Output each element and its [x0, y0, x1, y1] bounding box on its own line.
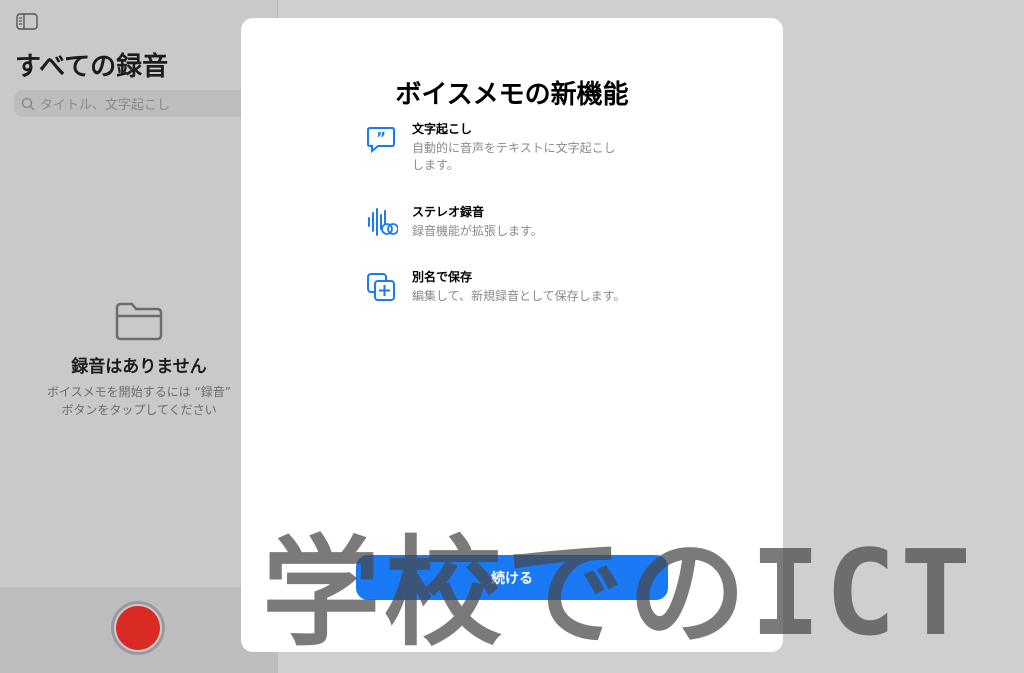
duplicate-plus-icon: [367, 273, 395, 301]
continue-button[interactable]: 続ける: [356, 555, 668, 600]
page-title: すべての録音: [15, 52, 169, 82]
empty-subtitle-line1: ボイスメモを開始するには “録音”: [47, 385, 231, 399]
feature-save-as: 別名で保存 編集して、新規録音として保存します。: [366, 268, 646, 306]
search-icon: [21, 97, 35, 111]
search-placeholder: タイトル、文字起こし: [40, 98, 171, 113]
feature-stereo: ステレオ録音 録音機能が拡張します。: [366, 203, 646, 241]
feature-title: 文字起こし: [412, 122, 473, 136]
quote-bubble-icon: ”: [367, 127, 395, 154]
modal-title: ボイスメモの新機能: [395, 80, 629, 110]
feature-description: 録音機能が拡張します。: [412, 224, 543, 238]
voice-memos-app: すべての録音 タイトル、文字起こし 録音はありません ボイスメモを開始するには …: [0, 0, 1024, 673]
sidebar: すべての録音 タイトル、文字起こし 録音はありません ボイスメモを開始するには …: [0, 0, 278, 673]
empty-title: 録音はありません: [71, 357, 207, 377]
record-icon: [116, 606, 160, 650]
feature-description: 自動的に音声をテキストに文字起こしします。: [412, 141, 616, 172]
stereo-waveform-icon: [368, 208, 399, 236]
empty-subtitle-line2: ボタンをタップしてください: [61, 403, 217, 417]
feature-title: ステレオ録音: [412, 205, 485, 219]
folder-icon: [115, 302, 163, 341]
record-button[interactable]: [111, 601, 165, 655]
sidebar-toggle-icon[interactable]: [16, 13, 38, 30]
svg-text:”: ”: [376, 129, 386, 147]
empty-state: 録音はありません ボイスメモを開始するには “録音” ボタンをタップしてください: [0, 300, 278, 419]
search-input[interactable]: タイトル、文字起こし: [14, 90, 264, 117]
feature-title: 別名で保存: [412, 270, 473, 284]
feature-description: 編集して、新規録音として保存します。: [412, 289, 626, 303]
whats-new-modal: ボイスメモの新機能 ” 文字起こし 自動的に音声をテキストに文字起こしします。: [241, 18, 783, 652]
feature-transcription: ” 文字起こし 自動的に音声をテキストに文字起こしします。: [366, 120, 646, 174]
